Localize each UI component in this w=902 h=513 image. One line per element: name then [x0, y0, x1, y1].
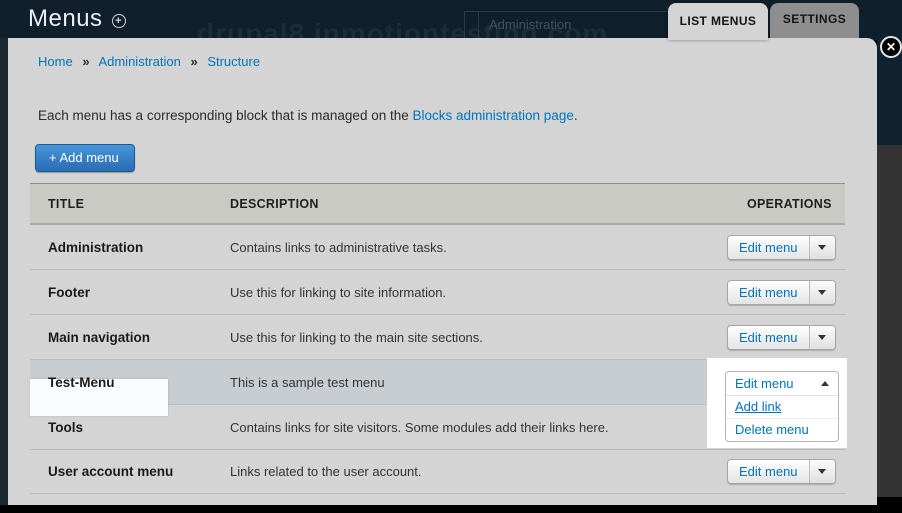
background-toolbar-label: Administration [489, 17, 571, 32]
edit-menu-split-button[interactable]: Edit menu [727, 325, 836, 350]
menu-title: Administration [30, 240, 230, 255]
menu-description: Use this for linking to site information… [230, 285, 727, 300]
menus-overlay-panel: Home » Administration » Structure Each m… [8, 38, 877, 505]
menu-description: This is a sample test menu [230, 375, 727, 390]
dropdown-toggle[interactable] [809, 326, 835, 349]
blocks-administration-link[interactable]: Blocks administration page [413, 108, 574, 123]
edit-menu-label[interactable]: Edit menu [735, 376, 794, 391]
background-page-left-edge [0, 38, 8, 505]
table-row: Administration Contains links to adminis… [30, 225, 845, 270]
dropdown-item-add-link[interactable]: Add link [726, 396, 838, 418]
dropdown-item-delete-menu[interactable]: Delete menu [726, 418, 838, 441]
tab-settings[interactable]: SETTINGS [770, 3, 859, 38]
edit-menu-button[interactable]: Edit menu [728, 281, 809, 304]
intro-text-before: Each menu has a corresponding block that… [38, 108, 413, 123]
tab-list-menus[interactable]: LIST MENUS [668, 3, 768, 40]
column-header-operations: OPERATIONS [727, 197, 845, 211]
menu-description: Contains links to administrative tasks. [230, 240, 727, 255]
intro-text-after: . [574, 108, 578, 123]
edit-menu-split-button[interactable]: Edit menu [727, 280, 836, 305]
operations-cell: Edit menu [727, 280, 845, 305]
column-header-title: TITLE [30, 197, 230, 211]
dropdown-toggle[interactable] [809, 236, 835, 259]
edit-menu-button[interactable]: Edit menu [726, 372, 838, 396]
menu-title: Test-Menu [48, 375, 115, 390]
close-overlay-button[interactable]: ✕ [880, 36, 902, 58]
edit-menu-dropdown-open: Edit menu Add link Delete menu [725, 371, 839, 442]
background-page-right-edge [877, 145, 902, 497]
caret-down-icon [818, 245, 826, 250]
breadcrumb-link-structure[interactable]: Structure [207, 54, 260, 69]
breadcrumb: Home » Administration » Structure [38, 54, 260, 69]
menu-description: Use this for linking to the main site se… [230, 330, 727, 345]
menu-description: Links related to the user account. [230, 464, 727, 479]
edit-menu-split-button[interactable]: Edit menu [727, 235, 836, 260]
menu-title: User account menu [30, 464, 230, 479]
caret-down-icon [818, 335, 826, 340]
breadcrumb-separator: » [82, 54, 89, 69]
page-title: Menus + [28, 5, 126, 33]
table-header-row: TITLE DESCRIPTION OPERATIONS [30, 183, 845, 225]
menu-title: Tools [30, 420, 230, 435]
dropdown-spotlight: Edit menu Add link Delete menu [707, 358, 847, 448]
add-menu-button[interactable]: + Add menu [35, 144, 135, 172]
menu-title-highlighted: Test-Menu [30, 375, 230, 390]
edit-menu-button[interactable]: Edit menu [728, 326, 809, 349]
caret-up-icon [821, 381, 829, 386]
breadcrumb-link-administration[interactable]: Administration [98, 54, 180, 69]
toolbar-divider [478, 12, 479, 39]
intro-text: Each menu has a corresponding block that… [38, 108, 578, 123]
contextual-help-icon[interactable]: + [112, 14, 126, 28]
breadcrumb-link-home[interactable]: Home [38, 54, 73, 69]
operations-cell: Edit menu [727, 235, 845, 260]
edit-menu-button[interactable]: Edit menu [728, 460, 809, 483]
edit-menu-split-button[interactable]: Edit menu [727, 459, 836, 484]
operations-cell: Edit menu [727, 459, 845, 484]
caret-down-icon [818, 469, 826, 474]
table-row: Main navigation Use this for linking to … [30, 315, 845, 360]
dropdown-toggle[interactable] [809, 281, 835, 304]
background-toolbar-tab: Administration [464, 11, 692, 40]
table-row: User account menu Links related to the u… [30, 450, 845, 494]
operations-cell: Edit menu [727, 325, 845, 350]
column-header-description: DESCRIPTION [230, 197, 727, 211]
screen: drupal8.inmotiontesting.com Administrati… [0, 0, 902, 513]
menu-title: Footer [30, 285, 230, 300]
table-row-test-menu: Test-Menu This is a sample test menu Edi… [30, 360, 845, 405]
menu-title: Main navigation [30, 330, 230, 345]
menus-table: TITLE DESCRIPTION OPERATIONS Administrat… [30, 183, 845, 494]
menu-description: Contains links for site visitors. Some m… [230, 420, 727, 435]
table-row: Footer Use this for linking to site info… [30, 270, 845, 315]
breadcrumb-separator: » [190, 54, 197, 69]
caret-down-icon [818, 290, 826, 295]
edit-menu-button[interactable]: Edit menu [728, 236, 809, 259]
dropdown-toggle[interactable] [809, 460, 835, 483]
page-title-text: Menus [28, 5, 103, 33]
